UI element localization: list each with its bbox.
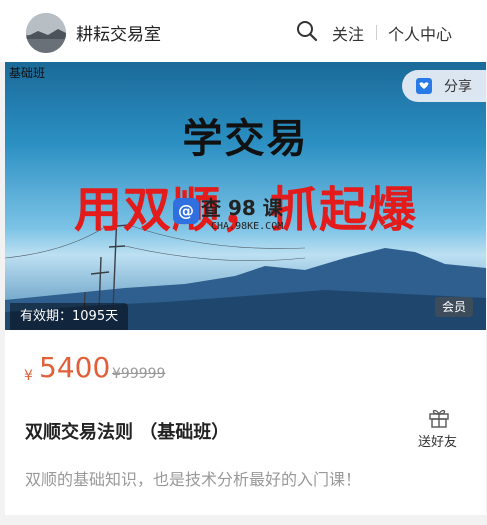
banner-corner-label: 基础班: [9, 66, 46, 80]
shop-name[interactable]: 耕耘交易室: [76, 20, 161, 45]
original-price: ¥99999: [112, 366, 166, 382]
follow-button[interactable]: 关注: [332, 21, 364, 45]
watermark-text: 查 98 课: [201, 196, 283, 220]
course-info: ¥ 5400 ¥99999 双顺交易法则 （基础班） 送好友 双顺的基础知识，也…: [5, 330, 486, 515]
gift-icon[interactable]: [428, 406, 450, 428]
course-title: 双顺交易法则 （基础班）: [25, 422, 230, 443]
price-value: 5400: [39, 351, 111, 384]
price-currency: ¥: [24, 368, 33, 384]
profile-link[interactable]: 个人中心: [388, 21, 452, 45]
top-header: 耕耘交易室 关注 个人中心: [0, 0, 487, 62]
search-icon[interactable]: [296, 20, 318, 42]
share-label: 分享: [444, 79, 472, 95]
watermark-domain: CHA.98KE.COM: [211, 221, 284, 232]
gift-to-friend-button[interactable]: 送好友: [418, 431, 457, 450]
watermark-logo-icon: @: [173, 198, 199, 224]
banner-title: 学交易: [182, 116, 309, 162]
course-description: 双顺的基础知识，也是技术分析最好的入门课！: [25, 470, 362, 489]
validity-badge: 有效期：1095天: [10, 303, 129, 330]
member-badge: 会员: [435, 297, 474, 317]
nav-divider: [376, 25, 377, 40]
share-icon: [416, 78, 432, 94]
course-banner[interactable]: 基础班 学交易 用双顺，抓起爆 @ 查 98 课 CHA.98KE.COM 分享…: [5, 62, 486, 330]
share-button[interactable]: 分享: [402, 70, 486, 102]
avatar[interactable]: [26, 13, 66, 53]
